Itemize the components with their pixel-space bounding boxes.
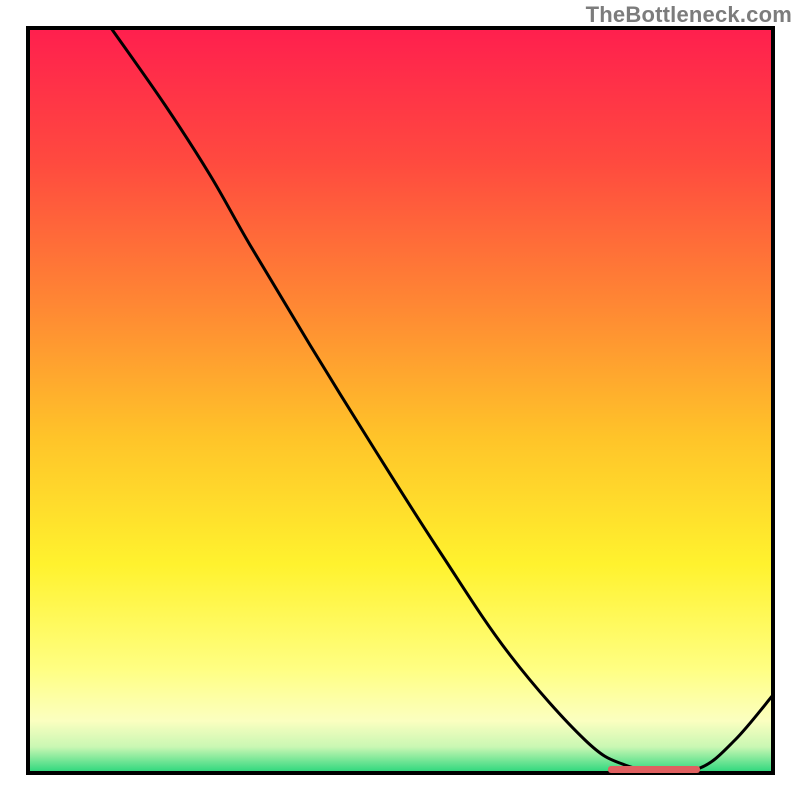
optimal-range-marker <box>608 766 700 773</box>
chart-svg <box>0 0 800 800</box>
chart-stage: TheBottleneck.com <box>0 0 800 800</box>
watermark-label: TheBottleneck.com <box>586 2 792 28</box>
gradient-background <box>28 28 773 773</box>
